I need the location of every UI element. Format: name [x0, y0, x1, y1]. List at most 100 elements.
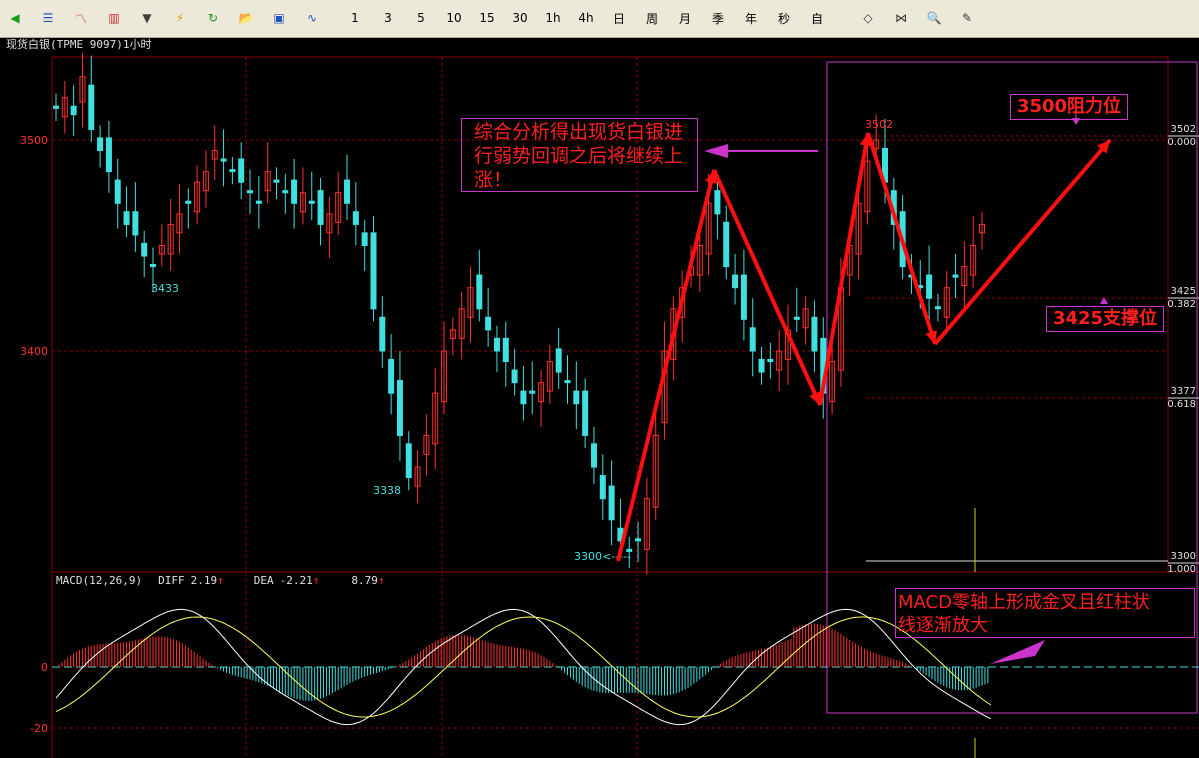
candle-body	[344, 179, 351, 204]
candle-body	[811, 316, 818, 352]
resistance-annotation: 3500阻力位	[1010, 94, 1128, 120]
draw-button[interactable]: ✎	[956, 7, 978, 29]
candle-body	[599, 474, 606, 500]
right-axis-ratio: 0.000	[1167, 137, 1196, 148]
pointer-arrow-head	[704, 144, 728, 158]
refresh-button[interactable]: ↻	[202, 7, 224, 29]
candle-body	[396, 380, 403, 436]
candle-body	[308, 200, 315, 204]
indicator-button[interactable]: ∿	[301, 7, 323, 29]
open-button[interactable]: 📂	[235, 7, 257, 29]
period-秒[interactable]: 秒	[773, 7, 795, 29]
high-price-mark: 3502	[865, 118, 893, 131]
candle-body	[793, 316, 800, 320]
candle-body	[247, 190, 254, 194]
candle-body	[291, 179, 298, 204]
price-axis-label: 3500	[20, 134, 48, 147]
candle-body	[361, 232, 368, 246]
candle-body	[273, 179, 280, 183]
line-chart-button[interactable]: 〽	[70, 7, 92, 29]
candle-body	[582, 390, 589, 436]
period-3[interactable]: 3	[377, 7, 399, 29]
period-4h[interactable]: 4h	[575, 7, 597, 29]
right-axis-ratio: 0.618	[1167, 399, 1196, 410]
save-button[interactable]: ▣	[268, 7, 290, 29]
candle-body	[370, 232, 377, 310]
period-日[interactable]: 日	[608, 7, 630, 29]
period-5[interactable]: 5	[410, 7, 432, 29]
period-30[interactable]: 30	[509, 7, 531, 29]
candle-body	[53, 105, 59, 109]
candle-body	[590, 443, 597, 468]
candle-body	[485, 316, 492, 331]
candle-body	[520, 390, 527, 405]
candle-body	[608, 485, 615, 521]
list-view-button[interactable]: ☰	[37, 7, 59, 29]
candle-body	[185, 200, 192, 204]
right-axis-price: 3502	[1171, 124, 1196, 135]
candle-body	[405, 443, 412, 479]
candle-body	[88, 84, 95, 130]
candle-body	[732, 274, 739, 289]
candle-body	[749, 327, 756, 352]
right-axis-price: 3425	[1171, 286, 1196, 297]
candle-body	[934, 306, 941, 310]
flash-button[interactable]: ⚡	[169, 7, 191, 29]
candle-body	[502, 337, 509, 363]
candle-body	[714, 190, 721, 215]
candle-body	[97, 137, 104, 152]
wave-down-1	[712, 169, 822, 406]
candle-body	[476, 274, 483, 310]
right-axis-price: 3300	[1171, 551, 1196, 562]
candle-body	[926, 274, 933, 299]
candle-body	[388, 358, 395, 394]
right-axis-ratio: 0.382	[1167, 299, 1196, 310]
candle-body	[740, 274, 747, 320]
macd-axis-label: 0	[41, 661, 48, 674]
dea-label: DEA	[253, 574, 274, 587]
period-月[interactable]: 月	[674, 7, 696, 29]
dropdown-button[interactable]: ▼	[136, 7, 158, 29]
period-季[interactable]: 季	[707, 7, 729, 29]
back-button[interactable]: ◀	[4, 7, 26, 29]
candle-body	[352, 211, 359, 225]
candle-body	[282, 190, 289, 194]
period-10[interactable]: 10	[443, 7, 465, 29]
candle-body	[150, 263, 157, 268]
candle-body	[220, 158, 227, 162]
period-年[interactable]: 年	[740, 7, 762, 29]
period-1h[interactable]: 1h	[542, 7, 564, 29]
right-axis-price: 3377	[1171, 386, 1196, 397]
candle-body	[529, 390, 536, 394]
candle-body	[555, 348, 562, 373]
dea-value: -2.21	[279, 574, 313, 587]
candle-body	[317, 190, 324, 225]
candle-body	[379, 316, 386, 352]
period-周[interactable]: 周	[641, 7, 663, 29]
candle-body	[758, 358, 765, 373]
candle-body	[238, 158, 245, 183]
shrink-button[interactable]: ⋈	[890, 7, 912, 29]
candle-body	[511, 369, 518, 384]
price-axis-label: 3400	[20, 345, 48, 358]
period-自[interactable]: 自	[806, 7, 828, 29]
candle-body	[767, 358, 774, 363]
candle-body	[114, 179, 121, 204]
macd-legend: MACD(12,26,9) DIFF 2.19 ↑ DEA -2.21 ↑ 8.…	[56, 574, 384, 587]
diff-arrow: ↑	[217, 574, 224, 587]
wave-up-1	[616, 169, 716, 562]
candle-body	[105, 137, 112, 173]
candle-body	[255, 200, 262, 204]
expand-button[interactable]: ◇	[857, 7, 879, 29]
period-1[interactable]: 1	[344, 7, 366, 29]
macd-value: 8.79	[351, 574, 378, 587]
candle-body	[573, 390, 580, 405]
period-15[interactable]: 15	[476, 7, 498, 29]
wave-down-2	[866, 132, 937, 345]
candle-body	[635, 538, 642, 542]
right-axis-ratio: 1.000	[1167, 564, 1196, 575]
analysis-annotation: 综合分析得出现货白银进行弱势回调之后将继续上涨！	[461, 118, 698, 192]
candle-chart-button[interactable]: ▥	[103, 7, 125, 29]
chart-title: 现货白银(TPME 9097)1小时	[6, 38, 152, 51]
zoom-button[interactable]: 🔍	[923, 7, 945, 29]
